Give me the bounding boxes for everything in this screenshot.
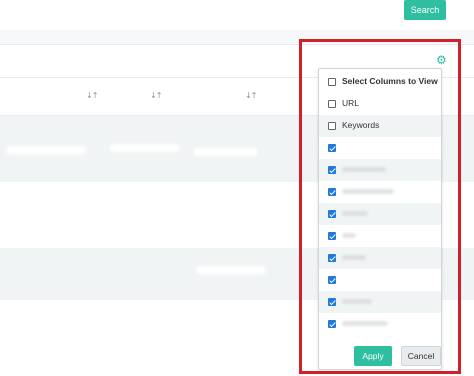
- apply-button[interactable]: Apply: [354, 346, 392, 366]
- column-option[interactable]: [319, 159, 441, 181]
- column-checkbox[interactable]: [328, 320, 336, 328]
- column-chooser-panel: Select Columns to View URL Keywords: [318, 68, 442, 370]
- column-checkbox[interactable]: [328, 100, 336, 108]
- page: Search ↓↑ ↓↑ ↓↑ ⚙ Select Columns to View…: [0, 0, 474, 376]
- redacted-cell: [110, 144, 180, 152]
- select-all-checkbox[interactable]: [328, 78, 336, 86]
- column-checkbox[interactable]: [328, 144, 336, 152]
- redacted-label: [342, 299, 372, 304]
- column-option[interactable]: [319, 291, 441, 313]
- search-button[interactable]: Search: [404, 0, 446, 20]
- column-option[interactable]: [319, 225, 441, 247]
- column-checkbox[interactable]: [328, 276, 336, 284]
- sort-icon[interactable]: ↓↑: [245, 91, 257, 100]
- column-option[interactable]: [319, 181, 441, 203]
- column-checkbox[interactable]: [328, 122, 336, 130]
- column-option[interactable]: [319, 203, 441, 225]
- sort-icon[interactable]: ↓↑: [86, 91, 98, 100]
- column-option-label: Keywords: [342, 120, 380, 130]
- column-option[interactable]: [319, 137, 441, 159]
- column-checkbox[interactable]: [328, 254, 336, 262]
- redacted-cell: [194, 148, 258, 156]
- redacted-label: [342, 211, 368, 216]
- redacted-label: [342, 189, 394, 194]
- column-option-url[interactable]: URL: [319, 93, 441, 115]
- redacted-cell: [6, 146, 86, 154]
- column-checkbox[interactable]: [328, 298, 336, 306]
- redacted-label: [342, 321, 388, 326]
- redacted-cell: [196, 266, 266, 274]
- column-checkbox[interactable]: [328, 210, 336, 218]
- column-checkbox[interactable]: [328, 232, 336, 240]
- cancel-button[interactable]: Cancel: [401, 346, 441, 366]
- select-all-label: Select Columns to View: [342, 76, 438, 86]
- redacted-label: [342, 167, 386, 172]
- column-option-label: URL: [342, 98, 360, 108]
- redacted-label: [342, 233, 356, 238]
- column-option[interactable]: [319, 247, 441, 269]
- search-bar-area: Search: [0, 0, 474, 30]
- column-checkbox[interactable]: [328, 188, 336, 196]
- column-option-keywords[interactable]: Keywords: [319, 115, 441, 137]
- column-checkbox[interactable]: [328, 166, 336, 174]
- redacted-label: [342, 255, 366, 260]
- sort-icon[interactable]: ↓↑: [150, 91, 162, 100]
- column-option[interactable]: [319, 269, 441, 291]
- select-all-option[interactable]: Select Columns to View: [319, 71, 441, 93]
- column-option[interactable]: [319, 313, 441, 335]
